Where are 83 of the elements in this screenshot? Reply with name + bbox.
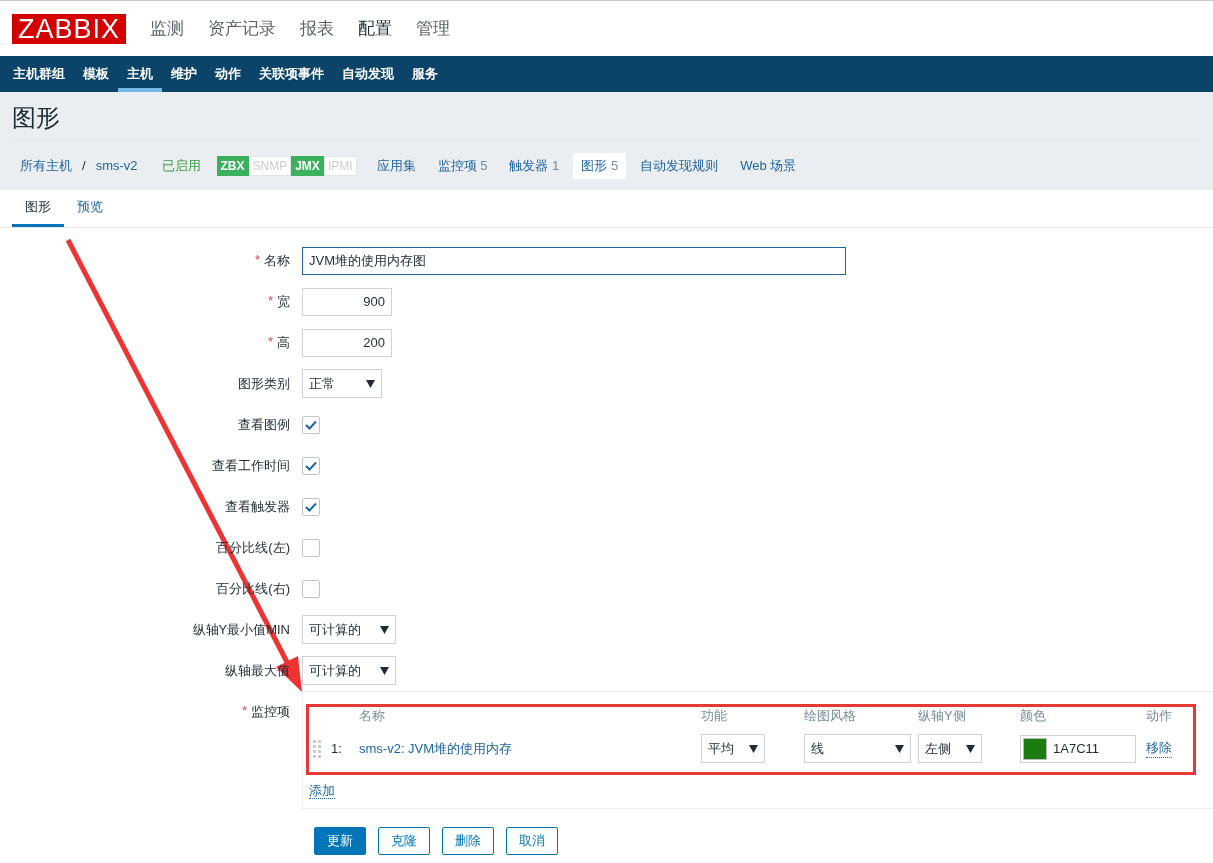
- field-label: 宽: [277, 292, 290, 311]
- caret-icon: [966, 744, 975, 753]
- form-button[interactable]: 删除: [442, 827, 494, 855]
- main-menu-item[interactable]: 配置: [346, 17, 405, 40]
- sub-menu-item[interactable]: 模板: [74, 56, 118, 92]
- availability-badge: SNMP: [248, 155, 292, 176]
- caret-icon: [380, 666, 389, 675]
- field-label: 查看图例: [238, 415, 290, 434]
- check-icon: [305, 501, 317, 512]
- sub-menu-item[interactable]: 维护: [162, 56, 206, 92]
- host-tab[interactable]: 触发器 1: [501, 152, 568, 179]
- main-menu-item[interactable]: 监测: [138, 17, 197, 40]
- availability-badge: JMX: [291, 155, 324, 176]
- check-icon: [305, 419, 317, 430]
- field-label: 纵轴最大值: [225, 661, 290, 680]
- checkbox[interactable]: [302, 538, 320, 557]
- required-mark: *: [267, 292, 273, 310]
- breadcrumb-separator: /: [81, 158, 87, 173]
- caret-icon: [366, 379, 375, 388]
- remove-link[interactable]: 移除: [1146, 739, 1172, 758]
- row-number: 1:: [331, 741, 343, 756]
- column-header: 名称: [359, 707, 386, 725]
- color-swatch[interactable]: [1023, 737, 1047, 760]
- checkbox[interactable]: [302, 497, 320, 516]
- host-tab[interactable]: 应用集: [368, 152, 424, 179]
- form-button[interactable]: 取消: [506, 827, 558, 855]
- column-header: 纵轴Y侧: [918, 707, 967, 725]
- sub-menu-item[interactable]: 服务: [403, 56, 447, 92]
- caret-icon: [749, 744, 758, 753]
- availability-badge: IPMI: [323, 155, 357, 176]
- page-title: 图形: [12, 103, 61, 133]
- host-tab[interactable]: 图形 5: [573, 152, 627, 179]
- color-code: 1A7C11: [1053, 741, 1099, 756]
- host-tab[interactable]: 监控项 5: [429, 152, 496, 179]
- sub-menu-item[interactable]: 自动发现: [333, 56, 403, 92]
- number-field[interactable]: 900: [302, 287, 392, 316]
- name-field[interactable]: JVM堆的使用内存图: [302, 246, 846, 275]
- field-label: 图形类别: [238, 374, 290, 393]
- required-mark: *: [254, 251, 260, 269]
- checkbox[interactable]: [302, 415, 320, 434]
- style-select[interactable]: 线: [804, 734, 911, 763]
- checkbox[interactable]: [302, 456, 320, 475]
- required-mark: *: [241, 703, 247, 720]
- host-tab[interactable]: 自动发现规则: [632, 152, 727, 179]
- field-label: 查看工作时间: [212, 456, 290, 475]
- check-icon: [305, 460, 317, 471]
- column-header: 绘图风格: [804, 707, 857, 725]
- add-link[interactable]: 添加: [309, 783, 335, 799]
- column-header: 颜色: [1020, 707, 1047, 725]
- y-axis-select[interactable]: 左侧: [918, 734, 982, 763]
- sub-menu-item[interactable]: 关联项事件: [250, 56, 333, 92]
- select-field[interactable]: 正常: [302, 369, 382, 398]
- field-label: 查看触发器: [225, 497, 290, 516]
- caret-icon: [895, 744, 904, 753]
- caret-icon: [380, 625, 389, 634]
- field-label: 监控项: [251, 703, 290, 721]
- sub-menu-item[interactable]: 动作: [206, 56, 250, 92]
- main-menu-item[interactable]: 管理: [404, 17, 463, 40]
- drag-handle-icon[interactable]: [313, 739, 321, 758]
- select-field[interactable]: 可计算的: [302, 656, 396, 685]
- field-label: 高: [277, 333, 290, 352]
- form-tab[interactable]: 图形: [12, 190, 64, 227]
- field-label: 名称: [264, 251, 290, 270]
- number-field[interactable]: 200: [302, 328, 392, 357]
- select-field[interactable]: 可计算的: [302, 615, 396, 644]
- function-select[interactable]: 平均: [701, 734, 765, 763]
- breadcrumb-link[interactable]: 所有主机: [12, 152, 80, 179]
- main-menu-item[interactable]: 报表: [288, 17, 347, 40]
- required-mark: *: [267, 333, 273, 351]
- availability-badge: ZBX: [216, 155, 249, 176]
- form-tab[interactable]: 预览: [64, 190, 116, 227]
- column-header: 动作: [1146, 707, 1173, 725]
- form-button[interactable]: 克隆: [378, 827, 430, 855]
- form-button[interactable]: 更新: [314, 827, 366, 855]
- checkbox[interactable]: [302, 579, 320, 598]
- breadcrumb-link[interactable]: sms-v2: [87, 154, 146, 177]
- item-link[interactable]: sms-v2: JVM堆的使用内存: [359, 739, 701, 758]
- main-menu-item[interactable]: 资产记录: [196, 17, 289, 40]
- color-field[interactable]: 1A7C11: [1020, 734, 1136, 763]
- sub-menu-item[interactable]: 主机群组: [4, 56, 74, 92]
- logo[interactable]: ZABBIX: [12, 13, 127, 44]
- host-tab[interactable]: Web 场景: [732, 152, 805, 179]
- column-header: 功能: [701, 707, 728, 725]
